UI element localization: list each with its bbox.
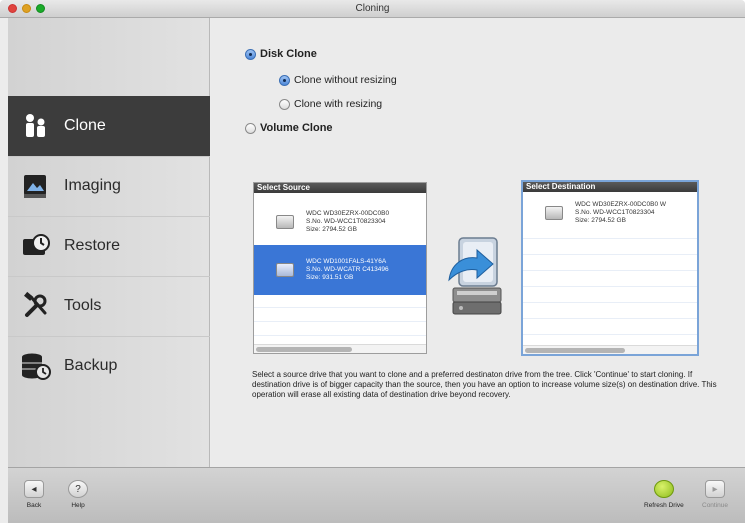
window-title: Cloning	[355, 3, 390, 14]
radio-dot	[245, 122, 256, 134]
destination-drive-list[interactable]: Select Destination WDC WD30EZRX-00DC0B0 …	[521, 180, 699, 356]
clone-panel: Disk Clone Clone without resizing Clone …	[211, 18, 745, 467]
scrollbar-thumb[interactable]	[525, 348, 625, 353]
source-horizontal-scrollbar[interactable]	[254, 344, 426, 353]
imaging-icon	[18, 168, 54, 204]
radio-dot	[245, 48, 256, 60]
sidebar-item-clone[interactable]: Clone	[8, 96, 210, 156]
disk-clone-radio[interactable]: Disk Clone	[245, 48, 317, 60]
sidebar-item-imaging[interactable]: Imaging	[8, 156, 210, 216]
title-bar: Cloning	[0, 0, 745, 18]
cloning-window: Cloning Clone Imaging Restore Tools Back…	[0, 0, 745, 523]
restore-icon	[18, 228, 54, 264]
bottom-toolbar: ◂ Back ? Help Refresh Drive ▸ Continue	[8, 467, 745, 523]
sidebar-item-label: Tools	[64, 297, 102, 314]
instructions-text: Select a source drive that you want to c…	[252, 370, 717, 399]
source-list-header: Select Source	[254, 183, 426, 193]
sidebar-item-label: Imaging	[64, 177, 121, 194]
destination-list-header: Select Destination	[523, 182, 697, 192]
refresh-icon	[653, 480, 674, 498]
destination-horizontal-scrollbar[interactable]	[523, 345, 697, 354]
sidebar-item-restore[interactable]: Restore	[8, 216, 210, 276]
back-button[interactable]: ◂ Back	[24, 480, 44, 509]
refresh-drive-button[interactable]: Refresh Drive	[644, 480, 684, 509]
backup-icon	[18, 348, 54, 384]
sidebar: Clone Imaging Restore Tools Backup	[8, 18, 210, 467]
clone-with-resizing-radio[interactable]: Clone with resizing	[279, 98, 382, 110]
source-drive-list[interactable]: Select Source WDC WD30EZRX-00DC0B0 S.No.…	[253, 182, 427, 354]
clone-arrow-icon	[445, 236, 509, 318]
clone-without-resizing-radio[interactable]: Clone without resizing	[279, 74, 397, 86]
source-drive-item[interactable]: WDC WD30EZRX-00DC0B0 S.No. WD-WCC1T08233…	[254, 203, 426, 241]
continue-arrow-icon: ▸	[705, 480, 726, 498]
hard-drive-icon	[276, 215, 294, 229]
continue-button[interactable]: ▸ Continue	[702, 480, 728, 509]
source-drive-item-selected[interactable]: WDC WD1001FALS-41Y6A S.No. WD-WCATR C413…	[254, 245, 426, 295]
scrollbar-thumb[interactable]	[256, 347, 352, 352]
radio-dot	[279, 74, 290, 86]
sidebar-item-label: Backup	[64, 357, 118, 374]
sidebar-item-backup[interactable]: Backup	[8, 336, 210, 396]
hard-drive-icon	[276, 263, 294, 277]
sidebar-item-label: Restore	[64, 237, 121, 254]
help-button[interactable]: ? Help	[68, 480, 88, 509]
sidebar-item-tools[interactable]: Tools	[8, 276, 210, 336]
hard-drive-icon	[545, 206, 563, 220]
clone-person-icon	[18, 108, 54, 144]
tools-icon	[18, 288, 54, 324]
sidebar-item-label: Clone	[64, 117, 106, 134]
help-icon: ?	[68, 480, 88, 498]
radio-dot	[279, 98, 290, 110]
destination-drive-item[interactable]: WDC WD30EZRX-00DC0B0 W S.No. WD-WCC1T082…	[523, 196, 697, 230]
volume-clone-radio[interactable]: Volume Clone	[245, 122, 333, 134]
back-arrow-icon: ◂	[24, 480, 44, 498]
